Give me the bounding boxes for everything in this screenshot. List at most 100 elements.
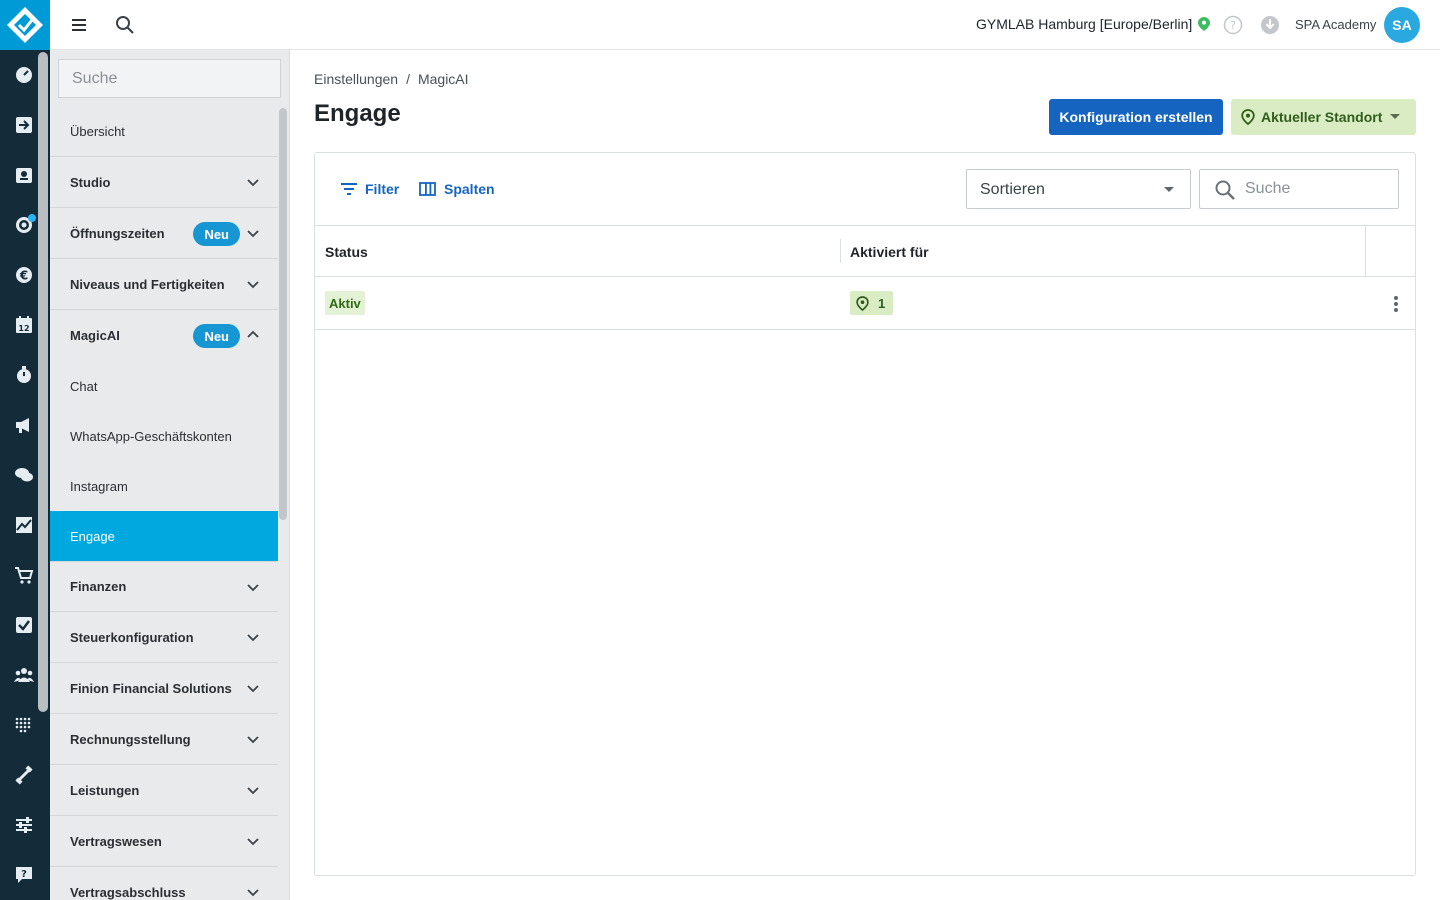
contacts-icon[interactable] <box>12 163 36 187</box>
filter-icon <box>341 183 357 195</box>
notification-dot <box>28 214 36 222</box>
sidebar-item-finion[interactable]: Finion Financial Solutions <box>50 663 278 714</box>
chevron-down-icon <box>247 179 259 187</box>
table-search-placeholder: Suche <box>1245 180 1291 197</box>
search-icon <box>1215 180 1235 200</box>
breadcrumb-einstellungen[interactable]: Einstellungen <box>314 71 398 87</box>
sidebar-item-leistungen[interactable]: Leistungen <box>50 765 278 816</box>
table-toolbar: Filter Spalten Sortieren Suche <box>315 153 1415 226</box>
sidebar-item-label: Vertragsabschluss <box>70 884 186 900</box>
svg-text:?: ? <box>21 869 27 880</box>
search-icon[interactable] <box>113 13 137 37</box>
chevron-down-icon <box>247 736 259 744</box>
avatar[interactable]: SA <box>1384 7 1420 43</box>
diamond-logo-icon <box>7 7 43 43</box>
chevron-down-icon <box>247 584 259 592</box>
new-badge: Neu <box>193 222 240 246</box>
groups-icon[interactable] <box>12 663 36 687</box>
settings-sidebar: Suche Übersicht Studio Öffnungszeiten Neu… <box>50 50 290 900</box>
sidebar-item-label: Leistungen <box>70 782 140 798</box>
timer-icon[interactable] <box>12 363 36 387</box>
location-count: 1 <box>878 295 886 311</box>
nav-rail-scrollbar[interactable] <box>38 52 48 712</box>
map-pin-icon <box>1198 17 1211 31</box>
sidebar-item-niveaus[interactable]: Niveaus und Fertigkeiten <box>50 259 278 310</box>
sidebar-item-label: Steuerkonfiguration <box>70 629 194 645</box>
sidebar-item-label: Finanzen <box>70 579 127 594</box>
table-row[interactable]: Aktiv 1 <box>315 277 1415 330</box>
configurations-table-card: Filter Spalten Sortieren Suche Status Ak… <box>314 152 1416 876</box>
page-title: Engage <box>314 100 401 127</box>
sidebar-item-label: Niveaus und Fertigkeiten <box>70 276 225 292</box>
status-badge: Aktiv <box>325 291 365 315</box>
app-nav-rail: € 12 ? <box>0 0 50 900</box>
chevron-down-icon <box>247 281 259 289</box>
analytics-icon[interactable] <box>12 513 36 537</box>
column-divider[interactable] <box>840 239 841 263</box>
app-logo[interactable] <box>0 0 50 50</box>
filter-label: Filter <box>365 181 400 197</box>
sidebar-item-steuerkonfiguration[interactable]: Steuerkonfiguration <box>50 612 278 663</box>
sidebar-item-instagram[interactable]: Instagram <box>50 461 278 511</box>
filter-button[interactable]: Filter <box>341 181 399 197</box>
sidebar-item-label: Vertragswesen <box>70 833 162 849</box>
sidebar-item-engage[interactable]: Engage <box>50 511 278 561</box>
sidebar-search-input[interactable]: Suche <box>58 59 281 98</box>
current-location-button[interactable]: Aktueller Standort <box>1231 99 1416 135</box>
current-location-label: Aktueller Standort <box>1261 109 1383 125</box>
sort-select-value: Sortieren <box>980 181 1045 198</box>
column-header-status[interactable]: Status <box>325 244 368 260</box>
sidebar-item-finanzen[interactable]: Finanzen <box>50 561 278 612</box>
sidebar-item-vertragsabschluss[interactable]: Vertragsabschluss <box>50 867 278 900</box>
create-configuration-button[interactable]: Konfiguration erstellen <box>1049 99 1223 135</box>
caret-down-icon <box>1164 187 1174 192</box>
sidebar-item-studio[interactable]: Studio <box>50 157 278 208</box>
finance-euro-icon[interactable]: € <box>12 263 36 287</box>
sidebar-item-label: Rechnungsstellung <box>70 731 191 747</box>
download-icon[interactable] <box>1260 15 1280 40</box>
dashboard-icon[interactable] <box>12 63 36 87</box>
columns-button[interactable]: Spalten <box>419 181 495 197</box>
breadcrumb-magicai[interactable]: MagicAI <box>418 71 469 87</box>
sidebar-item-label: MagicAI <box>70 328 120 343</box>
caret-down-icon <box>1390 114 1400 119</box>
sidebar-item-oeffnungszeiten[interactable]: Öffnungszeiten Neu <box>50 208 278 259</box>
checkin-icon[interactable] <box>12 113 36 137</box>
settings-sliders-icon[interactable] <box>12 813 36 837</box>
sidebar-item-rechnungsstellung[interactable]: Rechnungsstellung <box>50 714 278 765</box>
user-name[interactable]: SPA Academy <box>1295 17 1376 32</box>
sidebar-item-label: Finion Financial Solutions <box>70 680 232 696</box>
settings-menu: Übersicht Studio Öffnungszeiten Neu Nivea… <box>50 106 278 900</box>
menu-icon[interactable] <box>68 14 90 36</box>
sidebar-scrollbar[interactable] <box>279 108 287 520</box>
sidebar-item-magicai[interactable]: MagicAI Neu <box>50 310 278 361</box>
equipment-icon[interactable] <box>12 763 36 787</box>
svg-text:?: ? <box>1230 19 1236 32</box>
sidebar-item-label: Instagram <box>70 478 128 494</box>
chevron-down-icon <box>247 230 259 238</box>
sort-select[interactable]: Sortieren <box>966 169 1191 209</box>
chevron-down-icon <box>247 889 259 897</box>
calendar-icon[interactable]: 12 <box>12 313 36 337</box>
sidebar-item-vertragswesen[interactable]: Vertragswesen <box>50 816 278 867</box>
table-search-input[interactable]: Suche <box>1199 169 1399 209</box>
sidebar-item-label: Engage <box>70 528 115 544</box>
sidebar-item-whatsapp[interactable]: WhatsApp-Geschäftskonten <box>50 411 278 461</box>
devices-icon[interactable] <box>12 713 36 737</box>
help-icon[interactable]: ? <box>1223 15 1243 40</box>
sidebar-item-label: WhatsApp-Geschäftskonten <box>70 428 232 444</box>
location-label: GYMLAB Hamburg [Europe/Berlin] <box>976 16 1193 32</box>
current-studio-location[interactable]: GYMLAB Hamburg [Europe/Berlin] <box>976 16 1211 32</box>
sidebar-item-uebersicht[interactable]: Übersicht <box>50 106 278 157</box>
marketing-megaphone-icon[interactable] <box>12 413 36 437</box>
chat-icon[interactable] <box>12 463 36 487</box>
tasks-check-icon[interactable] <box>12 613 36 637</box>
chevron-down-icon <box>247 634 259 642</box>
help-chat-icon[interactable]: ? <box>12 863 36 887</box>
new-badge: Neu <box>193 324 240 348</box>
shop-cart-icon[interactable] <box>12 563 36 587</box>
row-actions-menu-icon[interactable] <box>1389 293 1403 315</box>
sidebar-item-chat[interactable]: Chat <box>50 361 278 411</box>
column-divider <box>1365 226 1366 276</box>
column-header-aktiviert-fuer[interactable]: Aktiviert für <box>850 244 929 260</box>
